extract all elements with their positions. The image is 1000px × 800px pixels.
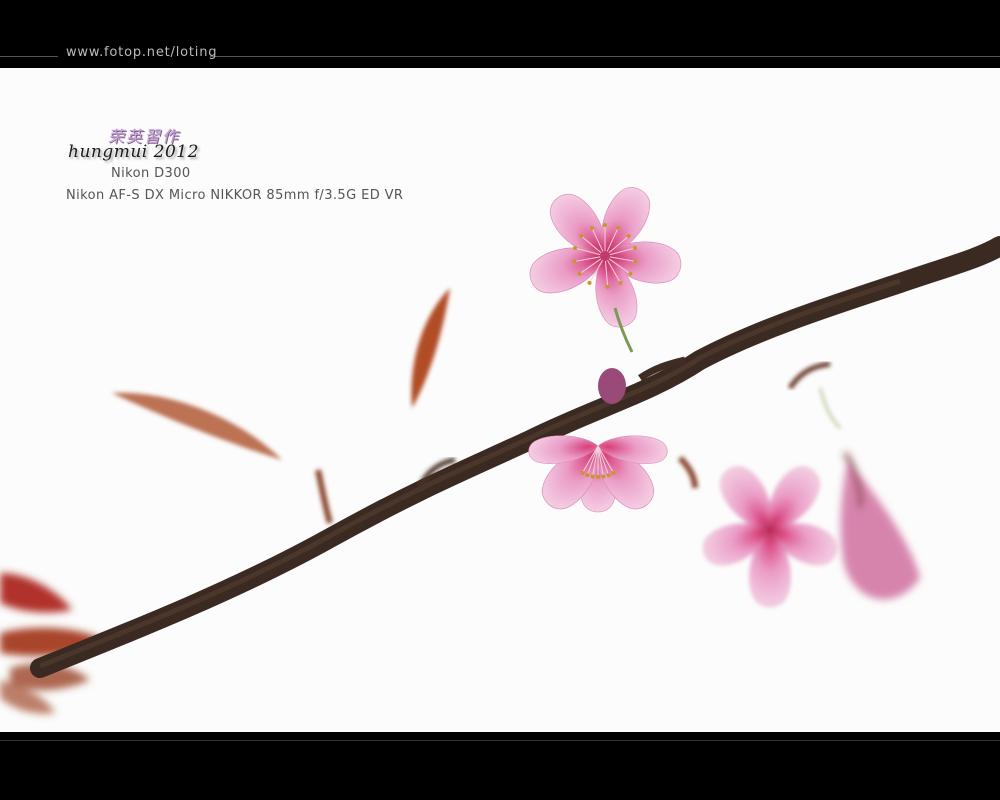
camera-model-label: Nikon D300 xyxy=(111,166,191,181)
branch xyxy=(30,236,1000,678)
blossom-upper xyxy=(524,180,684,332)
bottom-frame-bar xyxy=(0,732,1000,800)
site-url-label: www.fotop.net/loting xyxy=(66,45,218,60)
top-rule-right xyxy=(210,56,1000,57)
lens-model-label: Nikon AF-S DX Micro NIKKOR 85mm f/3.5G E… xyxy=(66,188,404,203)
blossom-middle xyxy=(527,431,669,518)
leaf-left xyxy=(112,392,282,460)
blossom-far-right xyxy=(840,451,920,600)
top-frame-bar: www.fotop.net/loting xyxy=(0,0,1000,68)
leaf-top xyxy=(411,288,450,408)
bottom-rule xyxy=(0,740,1000,741)
top-rule-left xyxy=(0,56,58,57)
blossom-right xyxy=(698,458,842,607)
author-signature-watermark: hungmui 2012 xyxy=(68,142,199,162)
middle-bud-sepal xyxy=(598,368,626,404)
cherry-blossom-photo: 荣英習作 hungmui 2012 Nikon D300 Nikon AF-S … xyxy=(0,68,1000,732)
